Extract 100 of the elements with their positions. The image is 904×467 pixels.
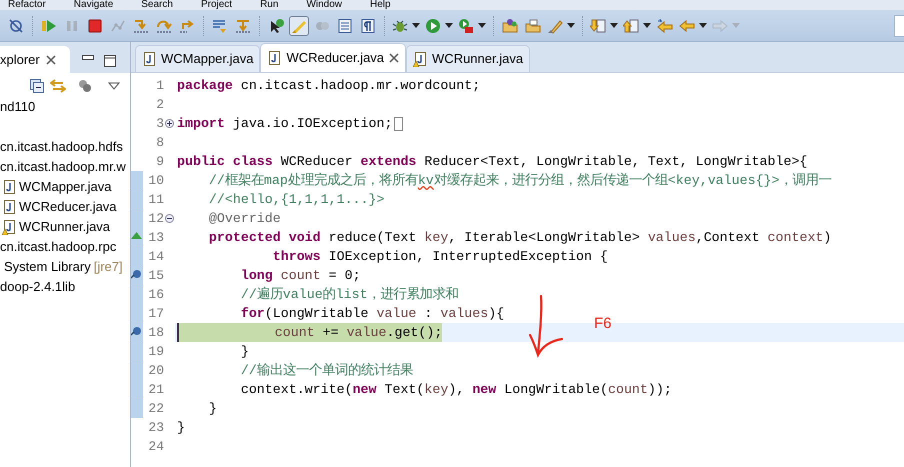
caret-icon [643,23,651,28]
code-line: //框架在map处理完成之后，将所有kv对缓存起来，进行分组，然后传递一个组<key,values{}>，调用一 [208,172,832,190]
tab-title: xplorer [0,50,40,69]
menu-item[interactable]: Search [141,0,173,10]
code-line: //<hello,{1,1,1,1...}> [208,191,384,209]
whitespace-icon [360,18,376,34]
code-line: protected void reduce(Text key, Iterable<LongWritable> values,Context context) [208,229,832,247]
editor-tab[interactable]: WCMapper.java [135,45,260,72]
collapse-icon[interactable] [165,214,174,223]
resume-icon [41,18,57,34]
run-icon [425,18,441,34]
caret-icon [445,23,453,28]
caret-icon [732,23,740,28]
code-line: @Override [208,210,281,228]
code-line: long count = 0; [240,267,361,285]
line-number: 15 [147,266,164,285]
tree-item[interactable]: cn.itcast.hadoop.hdfs [0,137,130,157]
line-number: 19 [147,342,164,361]
editor-tab[interactable]: WCRunner.java [406,45,530,72]
next-annotation-icon [590,18,606,34]
minimize-icon[interactable] [82,55,94,63]
annotation-label: F6 [594,314,612,334]
breakpoint-icon[interactable] [131,269,142,280]
line-number: 2 [155,96,164,114]
tree-item[interactable]: doop-2.4.1lib [0,277,130,297]
tree-item[interactable]: nd110 [0,97,130,117]
code-line: } [208,400,217,418]
code-line: } [177,419,185,437]
view-menu-icon[interactable] [108,82,120,90]
breakpoint-icon[interactable] [131,326,142,337]
step-return-icon [179,18,195,34]
last-edit-icon [657,18,673,34]
forward-arrow-icon [712,18,728,34]
line-number: 13 [147,228,164,247]
step-into-icon [133,18,149,34]
line-number: 23 [147,418,164,437]
line-number: 9 [155,152,164,171]
tree-item[interactable]: WCRunner.java [0,217,130,237]
brush-icon [547,18,563,34]
previous-annotation-icon [623,18,639,34]
caret-icon [699,23,707,28]
maximize-icon[interactable] [104,55,116,67]
briefcase-folder-icon [525,18,541,34]
line-number: 22 [147,400,164,418]
code-line: throws IOException, InterruptedException { [272,248,608,266]
folded-code-icon[interactable] [394,116,404,130]
tree-item[interactable]: cn.itcast.hadoop.mr.w [0,157,130,177]
code-line: } [240,343,249,361]
terminate-icon [87,18,103,34]
caret-icon [412,23,420,28]
close-icon[interactable] [46,54,56,64]
caret-icon [567,23,575,28]
line-number: 1 [155,76,164,95]
explorer-tab[interactable]: xplorer [0,46,70,73]
tree-item[interactable]: cn.itcast.hadoop.rpc [0,237,130,257]
caret-icon [478,23,486,28]
line-number: 16 [147,286,164,304]
line-number: 24 [147,438,164,456]
menu-item[interactable]: Refactor [8,0,46,10]
folder-icon [502,18,518,34]
code-line: //遍历value的list，进行累加求和 [240,286,459,304]
back-arrow-icon [679,18,695,34]
step-over-icon [156,18,172,34]
line-number: 10 [147,172,164,190]
expand-icon[interactable] [165,119,174,128]
bug-icon [392,18,408,34]
pointer-icon [268,18,284,34]
external-tools-icon [458,18,474,34]
menu-item[interactable]: Help [370,0,391,10]
code-line: for(LongWritable value : values){ [240,305,504,323]
line-number: 18 [147,324,164,342]
step-filters-icon [235,18,251,34]
menu-item[interactable]: Navigate [74,0,114,10]
line-number: 3 [155,114,164,133]
close-icon[interactable] [389,53,400,63]
menu-item[interactable]: Window [306,0,342,10]
menu-item[interactable]: Run [260,0,278,10]
code-line: package cn.itcast.hadoop.mr.wordcount; [177,77,480,95]
line-number: 17 [147,304,164,323]
line-number: 8 [155,134,164,152]
code-line: //输出这一个单词的统计结果 [240,362,413,380]
code-line: public class WCReducer extends Reducer<Text, LongWritable, Text, LongWritable>{ [177,153,808,171]
menu-item[interactable]: Project [200,0,232,10]
collapse-all-icon[interactable] [30,79,44,93]
drop-to-frame-icon [212,18,228,34]
line-number: 11 [147,190,164,209]
search-field[interactable] [894,14,904,36]
tree-item[interactable]: System Library [jre7] [0,257,130,277]
block-selection-icon [337,18,353,34]
line-number: 12 [147,210,164,228]
line-number: 21 [147,380,164,399]
skip-breakpoints-icon [8,18,24,34]
code-line: context.write(new Text(key), new LongWritable(count)); [240,381,672,399]
code-line: import java.io.IOException; [177,115,392,133]
line-number: 14 [147,248,164,266]
tree-item[interactable]: WCMapper.java [0,177,130,197]
editor-tab[interactable]: WCReducer.java [260,43,406,72]
line-number: 20 [147,362,164,380]
tree-item[interactable]: WCReducer.java [0,197,130,217]
caret-icon [610,23,618,28]
